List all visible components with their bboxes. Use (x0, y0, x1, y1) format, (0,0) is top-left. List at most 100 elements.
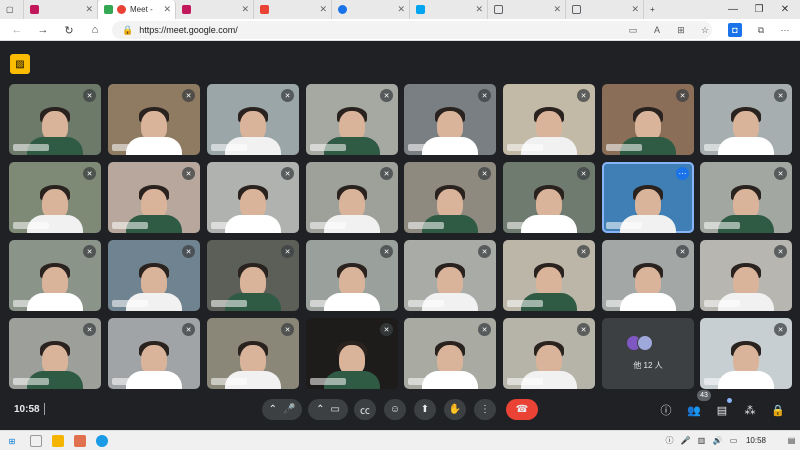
favorite-star-icon[interactable]: ☆ (698, 23, 712, 37)
start-button[interactable]: ⊞ (6, 435, 18, 447)
participant-tile[interactable]: ✕ (108, 240, 200, 311)
captions-button[interactable]: ㏄ (354, 399, 376, 420)
more-options-button[interactable]: ⋮ (474, 399, 496, 420)
participant-tile[interactable]: ✕ (108, 162, 200, 233)
home-icon: ⌂ (91, 24, 99, 36)
tab-close-icon[interactable]: ✕ (319, 4, 327, 15)
network-icon[interactable]: ▥ (696, 435, 707, 446)
tab-close-icon[interactable]: ✕ (163, 4, 171, 15)
notification-icon[interactable]: ▤ (786, 435, 797, 446)
tab-actions-button[interactable]: ▢ (0, 0, 24, 19)
tab-close-icon[interactable]: ✕ (553, 4, 561, 15)
lock-person-icon: 🔒 (771, 404, 785, 417)
participant-tile[interactable]: ✕ (9, 162, 101, 233)
browser-tab[interactable]: ✕ (332, 0, 410, 19)
leave-call-button[interactable]: ☎ (506, 399, 538, 420)
edge-taskbar-button[interactable] (96, 435, 108, 447)
tab-close-icon[interactable]: ✕ (241, 4, 249, 15)
participant-tile[interactable]: ✕ (503, 84, 595, 155)
chat-icon: ▤ (716, 404, 728, 417)
browser-tab[interactable]: ✕ (254, 0, 332, 19)
participant-tile[interactable]: ✕ (700, 162, 792, 233)
chevron-up-icon: ⌃ (268, 404, 277, 415)
participant-tile[interactable]: ✕ (306, 318, 398, 389)
activities-button[interactable]: ⁂ (742, 402, 758, 418)
browser-tab[interactable]: ✕ (566, 0, 644, 19)
collections-icon[interactable]: ⧉ (754, 23, 768, 37)
participant-tile[interactable]: ✕ (503, 240, 595, 311)
chat-button[interactable]: ▤ (714, 402, 730, 418)
participant-tile[interactable]: ✕ (108, 84, 200, 155)
participant-count-badge: 43 (697, 390, 711, 401)
participant-tile[interactable]: ✕ (503, 318, 595, 389)
browser-tab[interactable]: ✕ (488, 0, 566, 19)
participant-tile[interactable]: ✕ (207, 240, 299, 311)
task-view-button[interactable] (30, 435, 42, 447)
mic-tray-icon[interactable]: 🎤 (680, 435, 691, 446)
meeting-details-button[interactable]: ⓘ (658, 402, 674, 418)
participant-tile[interactable]: ✕ (503, 162, 595, 233)
minimize-button[interactable]: — (720, 0, 746, 19)
participant-tile[interactable]: ✕ (207, 318, 299, 389)
browser-tab-meet[interactable]: Meet - ✕ (98, 0, 176, 19)
forward-button[interactable]: → (36, 23, 50, 37)
info-tray-icon[interactable]: ⓘ (664, 435, 675, 446)
browser-tab[interactable]: ✕ (24, 0, 98, 19)
participant-tile[interactable]: ✕ (404, 84, 496, 155)
maximize-button[interactable]: ❐ (746, 0, 772, 19)
host-controls-button[interactable]: 🔒 (770, 402, 786, 418)
raise-hand-button[interactable]: ✋ (444, 399, 466, 420)
browser-tab[interactable]: ✕ (410, 0, 488, 19)
camera-in-use-icon[interactable]: ▭ (626, 23, 640, 37)
participant-tile[interactable]: ✕ (602, 240, 694, 311)
participant-tile[interactable]: ⋯ (602, 162, 694, 233)
settings-more-icon[interactable]: ⋯ (778, 23, 792, 37)
home-button[interactable]: ⌂ (88, 23, 102, 37)
tab-close-icon[interactable]: ✕ (397, 4, 405, 15)
tab-close-icon[interactable]: ✕ (631, 4, 639, 15)
participant-tile[interactable]: ✕ (207, 162, 299, 233)
participant-tile[interactable]: ✕ (700, 240, 792, 311)
participant-name-tag (408, 144, 444, 151)
windows-taskbar: ⊞ ⓘ 🎤 ▥ 🔊 ▭ 10:58 ▤ (0, 430, 800, 450)
tab-close-icon[interactable]: ✕ (475, 4, 483, 15)
extension-icon[interactable]: ◘ (728, 23, 742, 37)
participant-tile[interactable]: ✕ (306, 240, 398, 311)
url-field[interactable]: 🔒 https://meet.google.com/ (112, 21, 712, 39)
battery-icon[interactable]: ▭ (728, 435, 739, 446)
camera-off-badge[interactable]: ▨ (10, 54, 30, 74)
camera-button[interactable]: ⌃ ▭ (308, 399, 348, 420)
participant-tile[interactable]: ✕ (9, 84, 101, 155)
participant-tile[interactable]: ✕ (108, 318, 200, 389)
participant-tile[interactable]: ✕ (9, 318, 101, 389)
app-available-icon[interactable]: ⊞ (674, 23, 688, 37)
participant-tile[interactable]: ✕ (306, 162, 398, 233)
emoji-button[interactable]: ☺ (384, 399, 406, 420)
participant-tile[interactable]: ✕ (404, 162, 496, 233)
mic-off-icon: ✕ (577, 89, 590, 102)
close-window-button[interactable]: ✕ (772, 0, 798, 19)
taskbar-app-button[interactable] (74, 435, 86, 447)
reload-button[interactable]: ↻ (62, 23, 76, 37)
tab-close-icon[interactable]: ✕ (85, 4, 93, 15)
new-tab-button[interactable]: + (644, 0, 668, 19)
people-button[interactable]: 👥 (686, 402, 702, 418)
tile-more-icon[interactable]: ⋯ (676, 167, 689, 180)
participant-tile[interactable]: ✕ (700, 84, 792, 155)
present-button[interactable]: ⬆ (414, 399, 436, 420)
others-tile[interactable]: 他 12 人 (602, 318, 694, 389)
participant-tile[interactable]: ✕ (700, 318, 792, 389)
participant-tile[interactable]: ✕ (404, 318, 496, 389)
participant-tile[interactable]: ✕ (404, 240, 496, 311)
participant-tile[interactable]: ✕ (602, 84, 694, 155)
participant-name-tag (507, 222, 543, 229)
back-button[interactable]: ← (10, 23, 24, 37)
participant-tile[interactable]: ✕ (306, 84, 398, 155)
volume-icon[interactable]: 🔊 (712, 435, 723, 446)
read-aloud-icon[interactable]: A (650, 23, 664, 37)
participant-tile[interactable]: ✕ (207, 84, 299, 155)
microphone-button[interactable]: ⌃ 🎤 (262, 399, 302, 420)
participant-tile[interactable]: ✕ (9, 240, 101, 311)
browser-tab[interactable]: ✕ (176, 0, 254, 19)
file-explorer-button[interactable] (52, 435, 64, 447)
